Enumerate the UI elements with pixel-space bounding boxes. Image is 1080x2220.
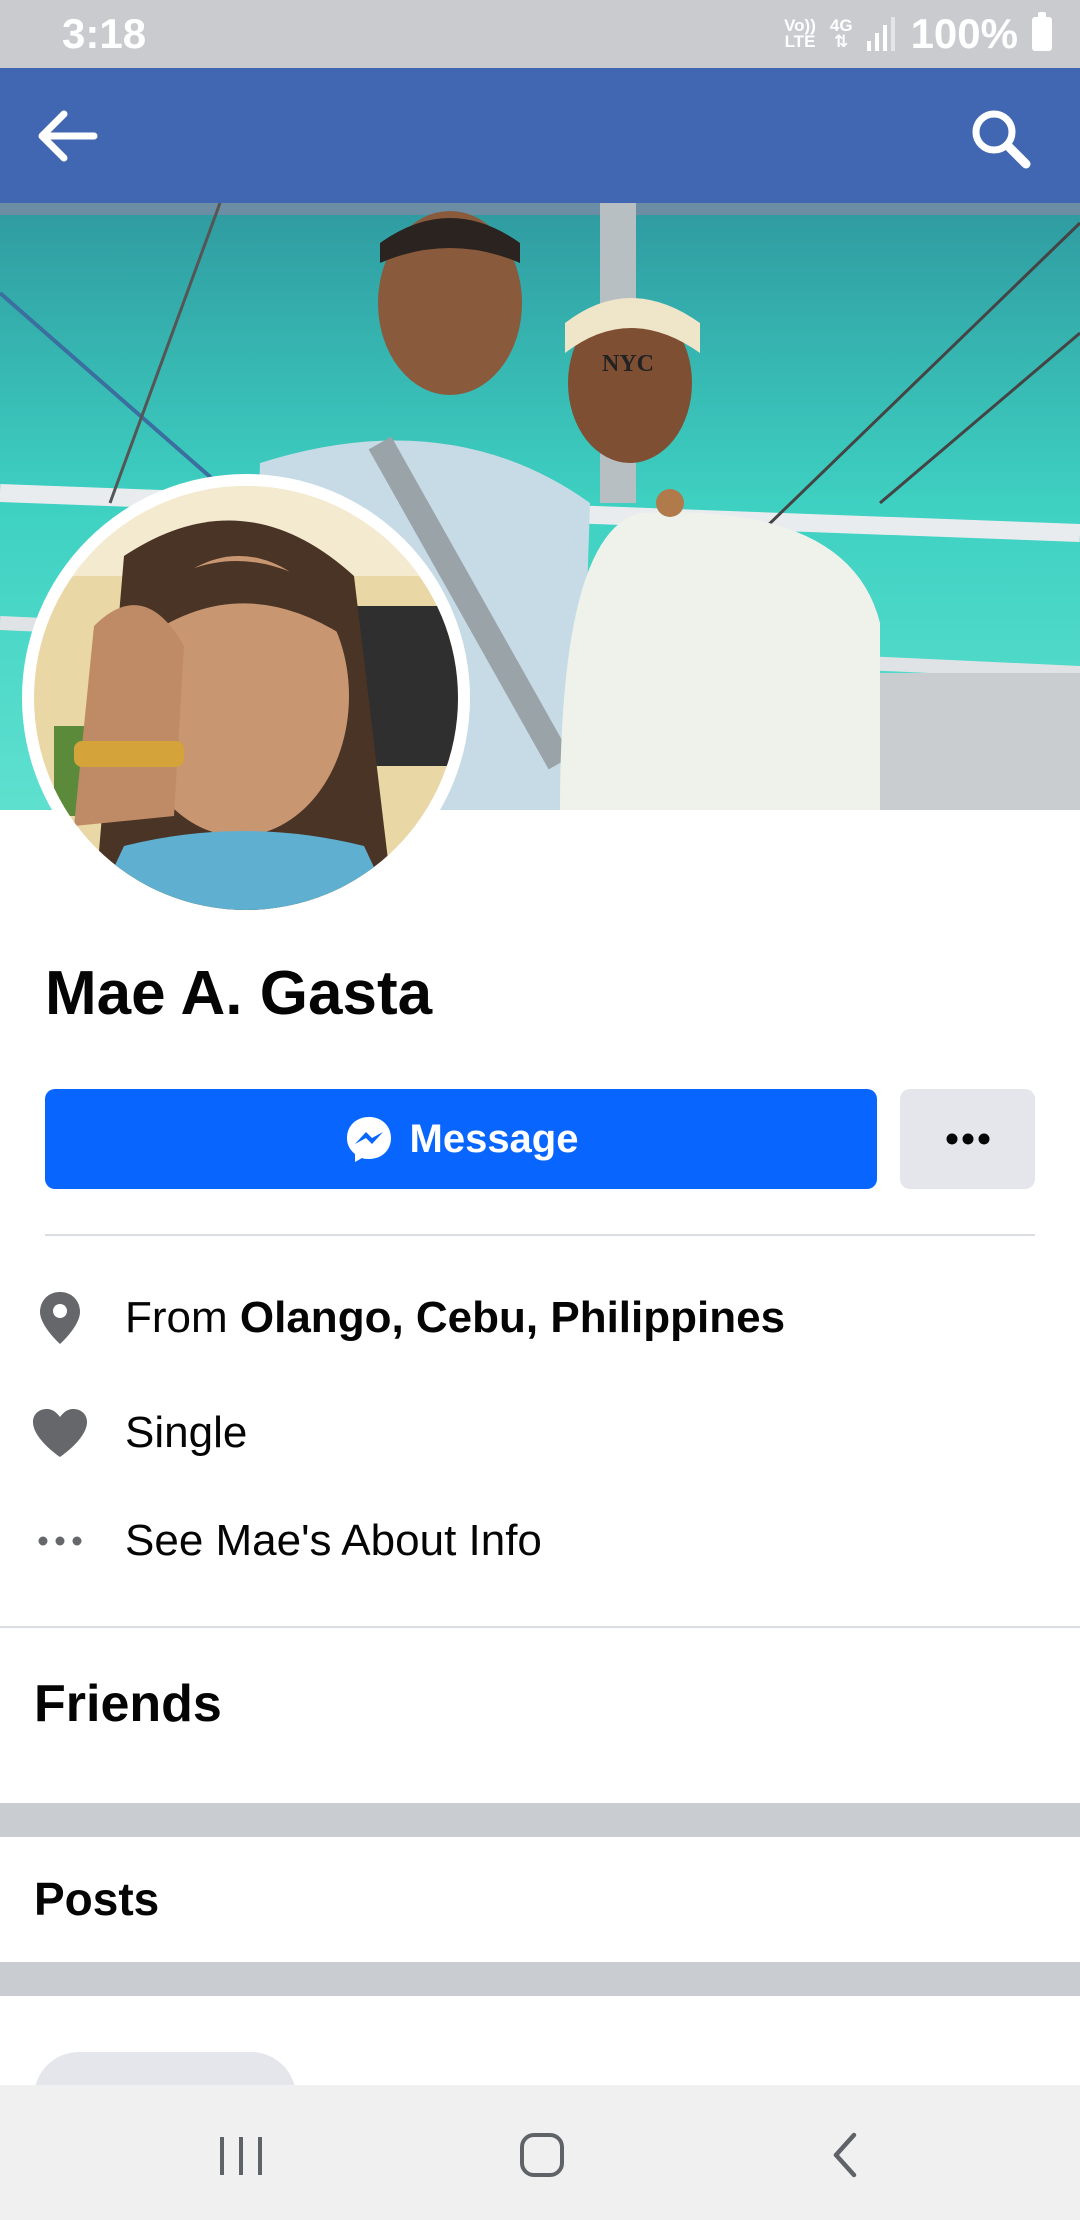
network-type-indicator: 4G ⇅ [829, 16, 853, 51]
divider [45, 1234, 1035, 1236]
recent-apps-icon[interactable] [218, 2135, 264, 2177]
heart-icon [30, 1403, 90, 1463]
section-separator [0, 1803, 1080, 1837]
search-icon[interactable] [970, 108, 1032, 170]
messenger-icon [346, 1117, 391, 1162]
message-button-label: Message [409, 1116, 579, 1161]
relationship-status: Single [125, 1408, 248, 1457]
hometown-location[interactable]: Olango, Cebu, Philippines [240, 1293, 785, 1342]
avatar-image [34, 486, 458, 910]
info-row-relationship: Single [0, 1403, 1080, 1463]
profile-picture[interactable] [34, 486, 458, 910]
posts-section-title: Posts [34, 1873, 160, 1925]
arrow-left-icon[interactable] [36, 110, 98, 162]
more-dots-icon [30, 1511, 90, 1571]
hometown-prefix: From [125, 1293, 240, 1342]
status-time: 3:18 [62, 10, 147, 57]
location-pin-icon [30, 1288, 90, 1348]
battery-percent: 100% [910, 10, 1018, 57]
battery-icon [1032, 12, 1052, 51]
section-separator [0, 1962, 1080, 1996]
see-about-info-link[interactable]: See Mae's About Info [125, 1516, 542, 1566]
system-navigation-bar [0, 2085, 1080, 2220]
info-row-hometown: From Olango, Cebu, Philippines [0, 1288, 1080, 1348]
status-icons: Vo)) LTE 4G ⇅ 100% [784, 8, 1052, 60]
app-bar [0, 68, 1080, 203]
more-options-button[interactable] [900, 1089, 1035, 1189]
profile-name: Mae A. Gasta [45, 959, 433, 1028]
status-bar: 3:18 Vo)) LTE 4G ⇅ 100% [0, 0, 1080, 68]
home-icon[interactable] [518, 2131, 566, 2179]
message-button[interactable]: Message [45, 1089, 877, 1189]
friends-section-title[interactable]: Friends [34, 1674, 222, 1734]
cap-text: NYC [602, 351, 654, 377]
back-nav-icon[interactable] [830, 2131, 860, 2179]
signal-icon [866, 17, 895, 51]
divider [0, 1626, 1080, 1628]
volte-indicator: Vo)) LTE [784, 16, 816, 51]
info-row-about[interactable]: See Mae's About Info [0, 1511, 1080, 1571]
more-dots-icon [946, 1133, 989, 1145]
